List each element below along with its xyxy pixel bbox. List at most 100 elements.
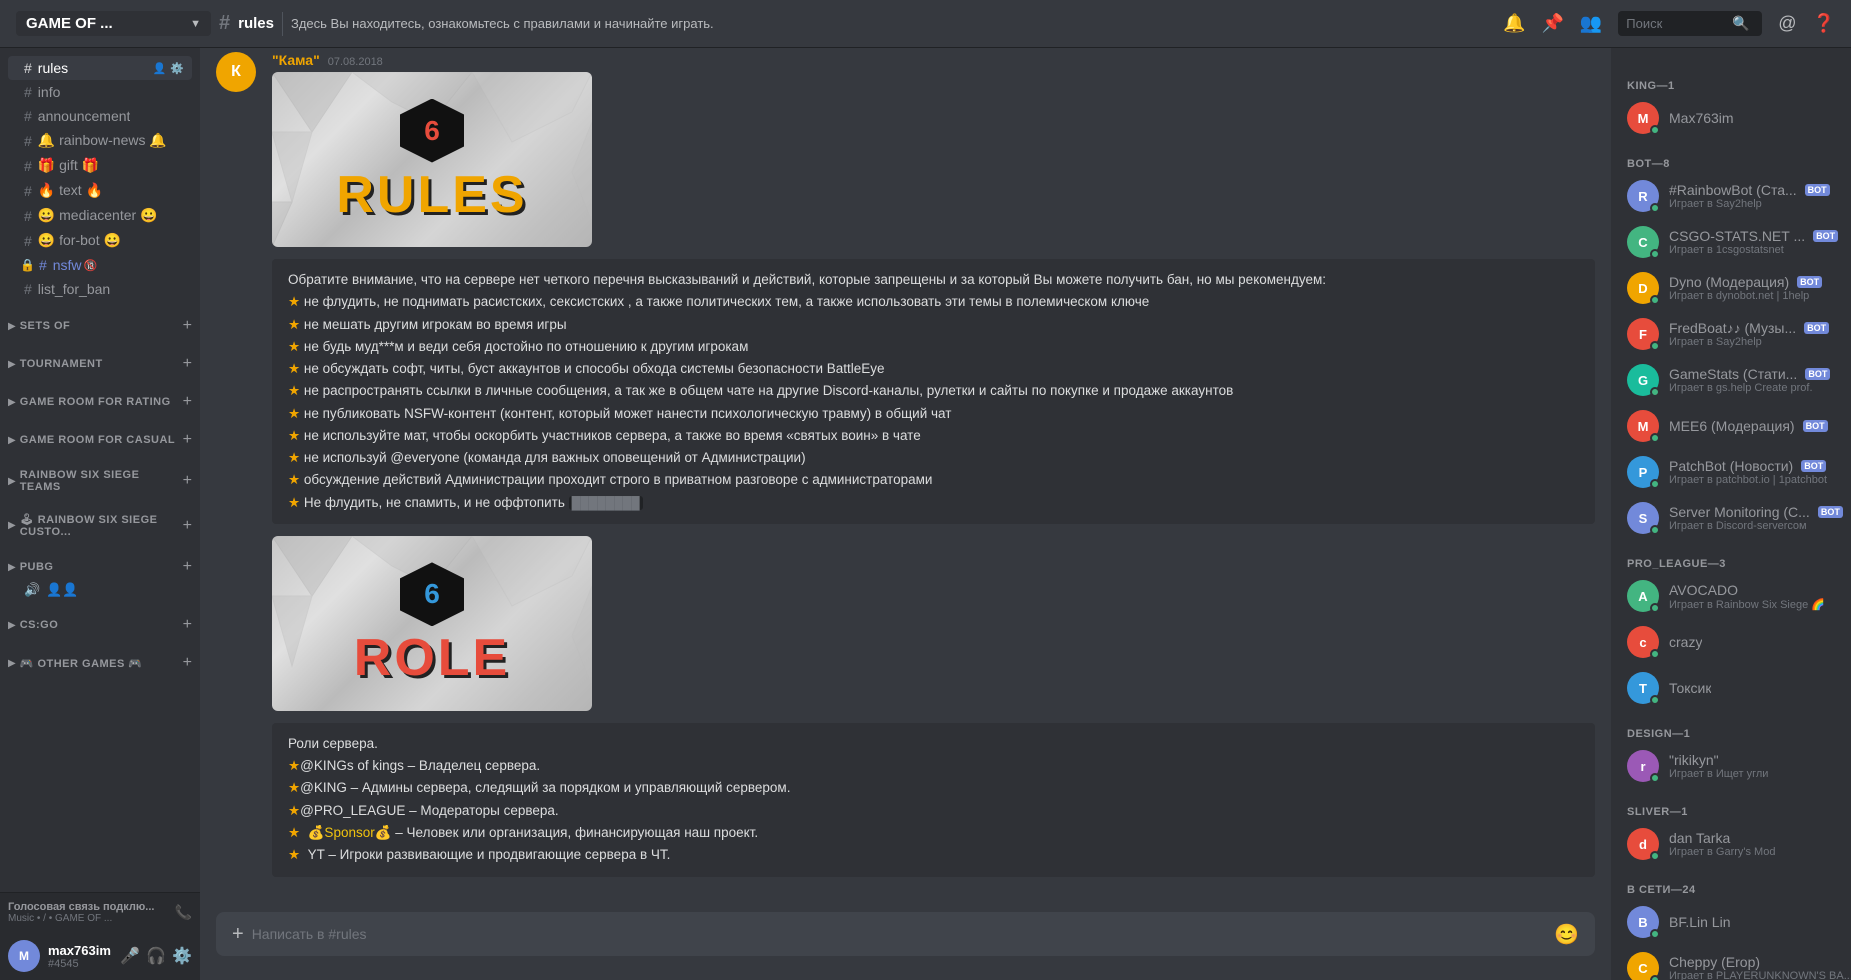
member-item-servermonitoring[interactable]: S Server Monitoring (С... BOT Играет в D… <box>1619 496 1843 540</box>
category-tournament[interactable]: ▶ TOURNAMENT + <box>0 339 200 377</box>
member-item-mee6[interactable]: M MEE6 (Модерация) BOT <box>1619 404 1843 448</box>
member-item-dyno[interactable]: D Dyno (Модерация) BOT Играет в dynobot.… <box>1619 266 1843 310</box>
sidebar-channel-nsfw[interactable]: 🔒 # nsfw 🔞 <box>8 253 192 277</box>
member-info: BF.Lin Lin <box>1669 914 1730 930</box>
member-item-bf-lin-lin[interactable]: B BF.Lin Lin <box>1619 900 1843 944</box>
category-csgo[interactable]: ▶ CS:GO + <box>0 600 200 638</box>
member-item-crazy[interactable]: c crazy <box>1619 620 1843 664</box>
input-bar: + 😊 <box>200 912 1611 980</box>
mic-icon[interactable]: 🎤 <box>120 946 140 966</box>
chat-input[interactable] <box>252 926 1546 942</box>
channel-name: 🔥 text 🔥 <box>38 182 103 199</box>
member-item-dan-tarka[interactable]: d dan Tarka Играет в Garry's Mod <box>1619 822 1843 866</box>
member-item-avocado[interactable]: A AVOCADO Играет в Rainbow Six Siege 🌈 <box>1619 574 1843 618</box>
category-add-icon[interactable]: + <box>183 654 192 672</box>
member-group-header-pro-league: PRO_LEAGUE—3 <box>1619 542 1843 574</box>
sidebar-channel-list-for-ban[interactable]: # list_for_ban <box>8 277 192 301</box>
voice-disconnect-icon[interactable]: 📞 <box>175 904 192 921</box>
member-name: Cheppy (Erop) <box>1669 954 1851 970</box>
headset-icon[interactable]: 🎧 <box>146 946 166 966</box>
help-icon[interactable]: ❓ <box>1813 13 1835 34</box>
members-icon[interactable]: 👥 <box>1580 13 1602 34</box>
search-input[interactable] <box>1626 16 1726 31</box>
category-pubg[interactable]: ▶ PUBG + <box>0 542 200 580</box>
category-add-icon[interactable]: + <box>183 616 192 634</box>
sidebar-channel-for-bot[interactable]: # 😀 for-bot 😀 <box>8 228 192 253</box>
bot-badge: BOT <box>1797 276 1822 288</box>
member-name: MEE6 (Модерация) BOT <box>1669 418 1828 434</box>
category-other-games[interactable]: ▶ 🎮 OTHER GAMES 🎮 + <box>0 638 200 676</box>
channel-hash-sidebar: # <box>24 60 32 76</box>
member-item-toksik[interactable]: Т Токсик <box>1619 666 1843 710</box>
member-name: Server Monitoring (С... BOT <box>1669 504 1843 520</box>
rules-line-5: ★ не распространять ссылки в личные сооб… <box>288 380 1579 402</box>
settings-icon[interactable]: ⚙️ <box>172 946 192 966</box>
sidebar-channel-text[interactable]: # 🔥 text 🔥 <box>8 178 192 203</box>
category-sets-of[interactable]: ▶ SETS OF + <box>0 301 200 339</box>
category-game-room-rating[interactable]: ▶ GAME ROOM FOR RATING + <box>0 377 200 415</box>
category-rainbow-six-custom[interactable]: ▶ 🕹 RAINBOW SIX SIEGE CUSTO... + <box>0 497 200 542</box>
member-name: Dyno (Модерация) BOT <box>1669 274 1822 290</box>
at-icon[interactable]: @ <box>1778 13 1796 34</box>
category-add-icon[interactable]: + <box>183 472 192 490</box>
avatar-spacer <box>216 723 256 877</box>
member-item-gamestats[interactable]: G GameStats (Стати... BOT Играет в gs.he… <box>1619 358 1843 402</box>
member-info: AVOCADO Играет в Rainbow Six Siege 🌈 <box>1669 582 1825 611</box>
channel-hash-icon: # <box>24 233 32 249</box>
online-dot <box>1650 479 1660 489</box>
messages-container[interactable]: К "Кама" 07.08.2018 <box>200 48 1611 912</box>
online-dot <box>1650 929 1660 939</box>
sidebar-channel-rules[interactable]: # rules 👤 ⚙️ <box>8 56 192 80</box>
member-item-fredboat[interactable]: F FredBoat♪♪ (Музы... BOT Играет в Say2h… <box>1619 312 1843 356</box>
member-item-rikikyn[interactable]: r "rikikyn" Играет в Ищет угли <box>1619 744 1843 788</box>
rules-line-1: ★ не флудить, не поднимать расистских, с… <box>288 291 1579 313</box>
member-item-patchbot[interactable]: P PatchBot (Новости) BOT Играет в patchb… <box>1619 450 1843 494</box>
search-box[interactable]: 🔍 <box>1618 11 1762 36</box>
category-add-icon[interactable]: + <box>183 317 192 335</box>
sidebar-channel-gift[interactable]: # 🎁 gift 🎁 <box>8 153 192 178</box>
online-dot <box>1650 433 1660 443</box>
channel-name-sidebar: rules <box>38 60 68 76</box>
member-info: FredBoat♪♪ (Музы... BOT Играет в Say2hel… <box>1669 320 1829 348</box>
member-status: Играет в Discord-servercом <box>1669 520 1843 532</box>
star-icon: ★ <box>288 780 300 795</box>
member-item-max763im[interactable]: M Max763im <box>1619 96 1843 140</box>
star-icon: ★ <box>288 294 300 309</box>
attach-icon[interactable]: + <box>232 923 244 946</box>
category-arrow-icon: ▶ <box>8 562 16 573</box>
category-add-icon[interactable]: + <box>183 431 192 449</box>
emoji-icon[interactable]: 😊 <box>1554 922 1579 947</box>
rules-line-6: ★ не публиковать NSFW-контент (контент, … <box>288 403 1579 425</box>
roles-title: Роли сервера. <box>288 733 1579 755</box>
bell-pin-icon[interactable]: 📌 <box>1541 13 1563 34</box>
sidebar-voice-pubg[interactable]: 🔊 👤👤 <box>0 580 200 600</box>
category-add-icon[interactable]: + <box>183 355 192 373</box>
member-item-csgostats[interactable]: C CSGO-STATS.NET ... BOT Играет в 1csgos… <box>1619 220 1843 264</box>
search-icon[interactable]: 🔍 <box>1732 15 1749 32</box>
role-embed-image: 6 ROLE <box>272 536 592 711</box>
server-name-button[interactable]: GAME OF ... ▼ <box>16 11 211 36</box>
member-name: Max763im <box>1669 110 1734 126</box>
member-item-cheppy[interactable]: C Cheppy (Erop) Играет в PLAYERUNKNOWN'S… <box>1619 946 1843 980</box>
sidebar-channel-mediacenter[interactable]: # 😀 mediacenter 😀 <box>8 203 192 228</box>
channel-hash-icon: # <box>219 12 230 35</box>
sidebar-channel-rainbow-news[interactable]: # 🔔 rainbow-news 🔔 <box>8 128 192 153</box>
category-add-icon[interactable]: + <box>183 558 192 576</box>
category-game-room-casual[interactable]: ▶ GAME ROOM FOR CASUAL + <box>0 415 200 453</box>
rules-line-8: ★ не используй @everyone (команда для ва… <box>288 447 1579 469</box>
member-status: Играет в Say2help <box>1669 336 1829 348</box>
member-avatar: M <box>1627 102 1659 134</box>
category-add-icon[interactable]: + <box>183 517 192 535</box>
member-item-rainbowbot[interactable]: R #RainbowBot (Ста... BOT Играет в Say2h… <box>1619 174 1843 218</box>
roles-line-5: ★ YT – Игроки развивающие и продвигающие… <box>288 844 1579 866</box>
category-rainbow-six-teams[interactable]: ▶ RAINBOW SIX SIEGE TEAMS + <box>0 453 200 497</box>
siege-r6-letter-role: 6 <box>424 578 440 610</box>
sidebar-channel-info[interactable]: # info <box>8 80 192 104</box>
gear-icon: ⚙️ <box>170 62 184 75</box>
user-bar: M max763im #4545 🎤 🎧 ⚙️ <box>0 932 200 980</box>
category-add-icon[interactable]: + <box>183 393 192 411</box>
sidebar-channel-announcement[interactable]: # announcement <box>8 104 192 128</box>
member-name: GameStats (Стати... BOT <box>1669 366 1830 382</box>
bell-icon[interactable]: 🔔 <box>1503 13 1525 34</box>
member-name: "rikikyn" <box>1669 752 1768 768</box>
